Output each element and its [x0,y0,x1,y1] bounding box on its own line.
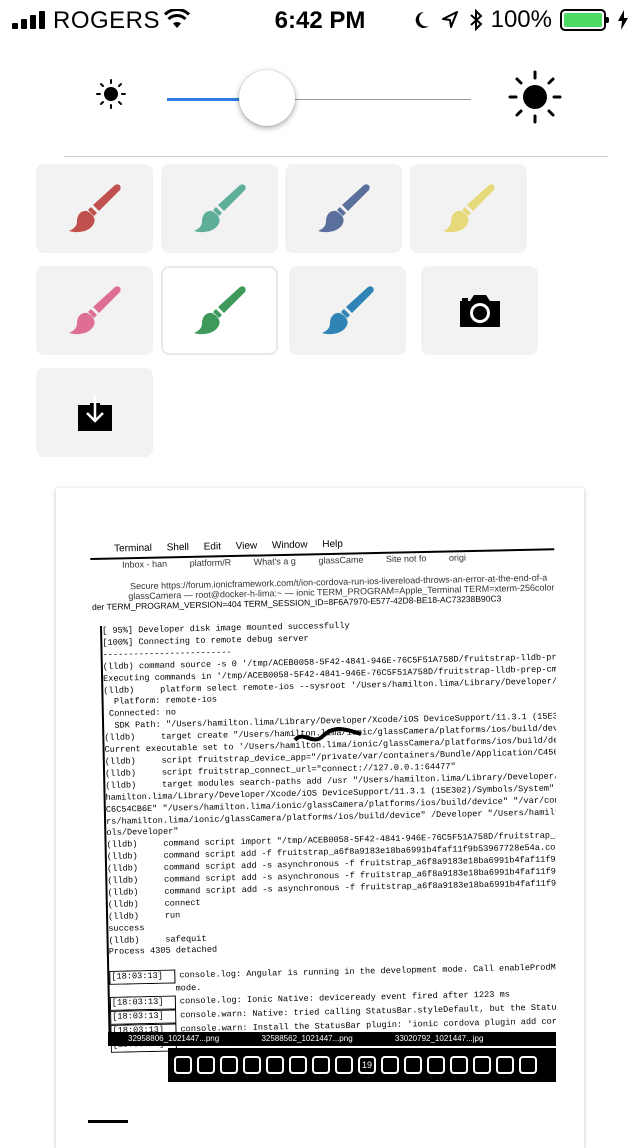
photo-menu-item: Help [322,538,344,551]
photo-tab: platform/R [189,557,232,569]
dock-icon [197,1056,215,1074]
log-timestamp: [18:03:13] [110,1009,177,1025]
photo-tab: Site not fo [385,553,427,565]
camera-icon [456,291,504,331]
log-text: mode. [175,983,202,994]
photo-menu-item: Shell [166,541,190,554]
battery-percent: 100% [490,6,552,33]
captured-photo: Terminal Shell Edit View Window Help Inb… [88,536,556,1096]
dock-icon [427,1056,445,1074]
brush-lightblue-button[interactable] [289,266,406,355]
photo-dock: 19 [168,1048,556,1082]
dock-calendar-icon: 19 [358,1056,376,1074]
photo-tab: Inbox - han [121,558,168,570]
moon-icon [415,11,429,28]
dock-icon [289,1056,307,1074]
photo-menu-item: Edit [203,541,222,553]
photo-file-name: 32958806_1021447...png [128,1034,220,1043]
dock-icon [404,1056,422,1074]
brush-pink-button[interactable] [36,266,153,355]
dock-icon [312,1056,330,1074]
camera-button[interactable] [421,266,538,355]
download-icon [75,393,115,433]
photo-menu-item: Window [271,539,308,552]
status-bar: ROGERS 6:42 PM 100% [0,0,640,40]
photo-tab: What's a g [253,556,296,567]
photo-card[interactable]: Terminal Shell Edit View Window Help Inb… [56,488,584,1148]
brightness-low-icon [96,79,126,109]
paintbrush-icon [190,179,250,239]
photo-file-name: 33020792_1021447...jpg [394,1034,484,1043]
charging-icon [618,10,628,30]
photo-file-name: 32588562_1021447...png [261,1034,353,1043]
dock-icon [519,1056,537,1074]
dock-icon [473,1056,491,1074]
paintbrush-icon [314,179,374,239]
next-photo-edge [88,1120,128,1123]
photo-file-bar: 32958806_1021447...png 32588562_1021447.… [108,1032,556,1046]
paintbrush-icon [65,179,125,239]
battery-icon [560,9,609,31]
brush-teal-button[interactable] [161,164,278,253]
brightness-slider-track[interactable] [267,99,471,100]
photo-tab: origi [448,552,467,563]
brush-red-button[interactable] [36,164,153,253]
paintbrush-icon [439,179,499,239]
brightness-slider-row [0,60,640,140]
dock-icon [335,1056,353,1074]
brightness-high-icon [508,70,562,124]
divider [64,156,608,157]
dock-icon [243,1056,261,1074]
photo-menu-item: Terminal [113,542,153,555]
download-button[interactable] [36,368,153,457]
dock-icon [266,1056,284,1074]
photo-scribble [293,727,362,742]
log-timestamp: [18:03:13] [109,995,177,1011]
bluetooth-icon [469,9,483,31]
location-icon [441,11,458,28]
paintbrush-icon [318,281,378,341]
dock-icon [220,1056,238,1074]
brush-blue-button[interactable] [285,164,402,253]
photo-terminal: [ 95%] Developer disk image mounted succ… [100,616,556,1053]
brightness-slider-thumb[interactable] [239,70,296,126]
log-timestamp: [18:03:13] [109,969,176,986]
paintbrush-icon [190,281,250,341]
paintbrush-icon [65,281,125,341]
dock-icon [450,1056,468,1074]
photo-tab: glassCame [318,554,364,566]
dock-icon [496,1056,514,1074]
photo-menu-item: View [235,540,258,552]
brush-green-button[interactable] [161,266,278,355]
dock-icon [381,1056,399,1074]
log-timestamp [110,991,172,992]
dock-icon [174,1056,192,1074]
brush-yellow-button[interactable] [410,164,527,253]
